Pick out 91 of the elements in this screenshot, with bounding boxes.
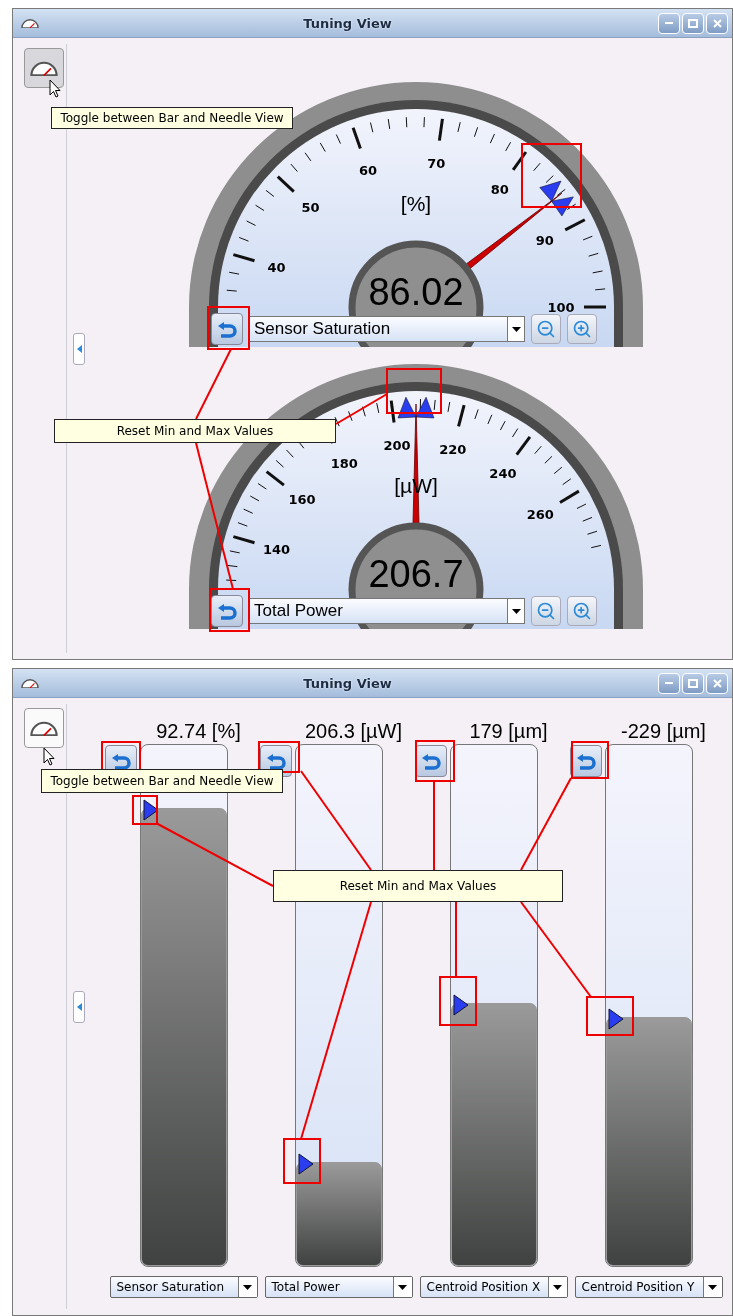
zoom-in-icon <box>572 319 592 339</box>
scale-label: 40 <box>267 260 286 276</box>
bar-reading: 206.3 [µW] <box>304 719 403 744</box>
minimize-icon <box>665 22 673 24</box>
zoom-in-button[interactable] <box>567 596 597 626</box>
zoom-out-icon <box>536 319 556 339</box>
gauge-value: 86.02 <box>368 271 464 313</box>
channel-dropdown[interactable]: Centroid Position X <box>419 1276 568 1298</box>
highlight-box <box>415 740 455 782</box>
highlight-box <box>207 306 250 350</box>
scale-label: 70 <box>427 156 446 172</box>
tooltip: Reset Min and Max Values <box>273 870 563 902</box>
gauge-icon <box>30 719 58 737</box>
highlight-box <box>132 795 158 825</box>
bar-reading: 92.74 [%] <box>156 719 241 744</box>
highlight-box <box>571 741 609 779</box>
zoom-in-icon <box>572 601 592 621</box>
scale-label: 160 <box>288 492 316 508</box>
scale-label: 80 <box>490 181 509 197</box>
scale-label: 200 <box>383 438 411 454</box>
min-max-marker <box>539 180 574 217</box>
minimize-button[interactable] <box>658 672 680 694</box>
scale-label: 260 <box>526 507 554 523</box>
tooltip: Toggle between Bar and Needle View <box>51 107 293 129</box>
caret-down-icon <box>243 1284 252 1290</box>
bar-reading: -229 [µm] <box>621 719 706 744</box>
scale-label: 140 <box>263 542 291 558</box>
gauge-icon <box>21 17 39 29</box>
zoom-out-button[interactable] <box>531 314 561 344</box>
caret-down-icon <box>553 1284 562 1290</box>
undo-arrow-icon <box>216 319 238 339</box>
gauge-icon <box>30 59 58 77</box>
leader-line <box>195 348 232 420</box>
cursor-icon <box>49 79 61 98</box>
highlight-box <box>283 1138 321 1184</box>
close-button[interactable] <box>706 672 728 694</box>
scale-label: 60 <box>358 163 378 179</box>
max-marker-icon <box>452 993 469 1016</box>
highlight-box <box>586 996 634 1036</box>
zoom-out-button[interactable] <box>531 596 561 626</box>
scale-label: 50 <box>301 200 320 216</box>
max-marker-icon <box>607 1007 624 1030</box>
gauge-value: 206.7 <box>368 553 464 595</box>
scale-label: 100 <box>547 300 575 315</box>
maximize-button[interactable] <box>682 12 704 34</box>
highlight-box <box>521 143 582 208</box>
collapse-button[interactable] <box>73 990 85 1023</box>
highlight-box <box>209 588 250 632</box>
undo-arrow-icon <box>216 601 238 621</box>
scale-label: 240 <box>489 465 517 481</box>
scale-label: 90 <box>535 233 554 249</box>
caret-left-icon <box>76 1002 82 1011</box>
cursor-icon <box>43 747 55 766</box>
min-max-marker <box>397 396 435 419</box>
channel-dropdown[interactable]: Total Power <box>249 598 525 624</box>
window-title: Tuning View <box>302 15 393 31</box>
close-button[interactable] <box>706 12 728 34</box>
scale-label: 180 <box>330 456 358 471</box>
view-toggle-button[interactable] <box>24 48 64 88</box>
zoom-in-button[interactable] <box>567 314 597 344</box>
max-marker-icon <box>297 1152 314 1175</box>
maximize-button[interactable] <box>682 672 704 694</box>
close-icon <box>712 18 722 28</box>
gauge-icon <box>21 677 39 689</box>
channel-dropdown[interactable]: Sensor Saturation <box>249 316 525 342</box>
minimize-icon <box>665 682 673 684</box>
window-title: Tuning View <box>302 675 393 691</box>
caret-down-icon <box>511 326 521 332</box>
caret-down-icon <box>398 1284 407 1290</box>
channel-dropdown[interactable]: Total Power <box>264 1276 413 1298</box>
maximize-icon <box>688 678 698 688</box>
scale-label: 220 <box>439 441 467 457</box>
bar-reading: 179 [µm] <box>469 719 548 744</box>
maximize-icon <box>688 18 698 28</box>
highlight-box <box>386 368 442 414</box>
leader-line <box>335 393 388 425</box>
caret-down-icon <box>511 608 521 614</box>
max-marker-icon <box>142 798 159 821</box>
unit-label: [%] <box>400 192 432 215</box>
caret-left-icon <box>76 344 82 353</box>
highlight-box <box>439 976 477 1026</box>
minimize-button[interactable] <box>658 12 680 34</box>
tooltip: Reset Min and Max Values <box>54 419 336 443</box>
collapse-button[interactable] <box>73 332 85 365</box>
channel-dropdown[interactable]: Centroid Position Y <box>574 1276 723 1298</box>
view-toggle-button[interactable] <box>24 708 64 748</box>
tooltip: Toggle between Bar and Needle View <box>41 769 283 793</box>
caret-down-icon <box>708 1284 717 1290</box>
channel-dropdown[interactable]: Sensor Saturation <box>109 1276 258 1298</box>
close-icon <box>712 678 722 688</box>
zoom-out-icon <box>536 601 556 621</box>
